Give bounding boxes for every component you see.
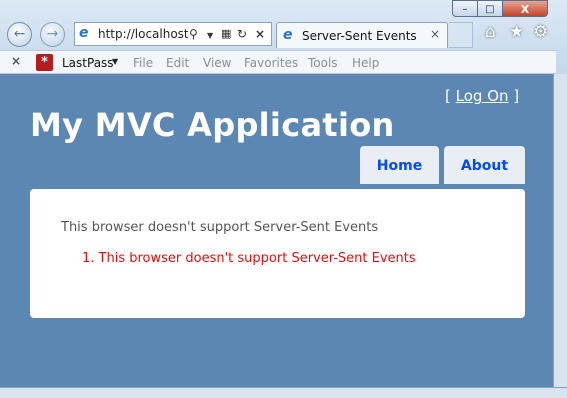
search-icon[interactable]: ⚲	[189, 26, 198, 42]
window-frame-bottom	[0, 387, 567, 398]
refresh-icon[interactable]: ↻	[237, 26, 247, 42]
main-content: This browser doesn't support Server-Sent…	[30, 189, 525, 318]
forward-arrow-icon: →	[46, 26, 59, 42]
window-frame-right	[553, 74, 567, 397]
chevron-down-icon[interactable]: ▼	[112, 57, 118, 66]
ie-logo-icon: e	[283, 27, 293, 43]
gear-icon[interactable]: ⚙	[533, 22, 548, 42]
stop-icon[interactable]: ×	[255, 26, 265, 42]
forward-button[interactable]: →	[40, 22, 65, 47]
menu-edit[interactable]: Edit	[166, 56, 189, 70]
home-icon[interactable]: ⌂	[485, 22, 496, 42]
star-icon[interactable]: ★	[509, 22, 524, 42]
new-tab-button[interactable]	[449, 22, 473, 48]
login-close-bracket: ]	[513, 87, 520, 105]
log-on-link[interactable]: Log On	[456, 87, 509, 105]
tab-server-sent-events[interactable]: e Server-Sent Events ×	[276, 22, 448, 48]
login-display: [ Log On ]	[445, 87, 519, 105]
lastpass-logo-icon[interactable]: *	[36, 54, 53, 71]
close-toolbar-icon[interactable]: ×	[11, 54, 21, 68]
menu-favorites[interactable]: Favorites	[244, 56, 298, 70]
menu-file[interactable]: File	[133, 56, 153, 70]
menu-view[interactable]: View	[203, 56, 231, 70]
maximize-button[interactable]: □	[477, 0, 503, 17]
address-bar[interactable]: e http://localhost: ⚲ ▼ ▦ ↻ ×	[74, 22, 272, 46]
menu-help[interactable]: Help	[352, 56, 379, 70]
login-open-bracket: [	[445, 87, 451, 105]
command-bar: × * LastPass ▼ File Edit View Favorites …	[0, 50, 556, 74]
lastpass-menu[interactable]: LastPass	[62, 56, 114, 70]
nav-home[interactable]: Home	[360, 146, 439, 184]
back-button[interactable]: ←	[7, 22, 32, 47]
dropdown-icon[interactable]: ▼	[207, 28, 213, 44]
compat-icon[interactable]: ▦	[221, 26, 231, 42]
minimize-button[interactable]: –	[452, 0, 478, 17]
back-arrow-icon: ←	[13, 26, 26, 42]
menu-tools[interactable]: Tools	[308, 56, 338, 70]
close-tab-icon[interactable]: ×	[430, 27, 440, 41]
ie-logo-icon: e	[79, 25, 89, 41]
window-controls: – □ X	[452, 0, 556, 18]
nav-about[interactable]: About	[444, 146, 525, 184]
address-input[interactable]: http://localhost:	[98, 27, 188, 41]
close-window-button[interactable]: X	[502, 0, 548, 17]
list-item: 1. This browser doesn't support Server-S…	[82, 251, 416, 266]
page-title: My MVC Application	[30, 106, 395, 144]
tab-title: Server-Sent Events	[302, 29, 417, 43]
status-message: This browser doesn't support Server-Sent…	[61, 220, 379, 235]
